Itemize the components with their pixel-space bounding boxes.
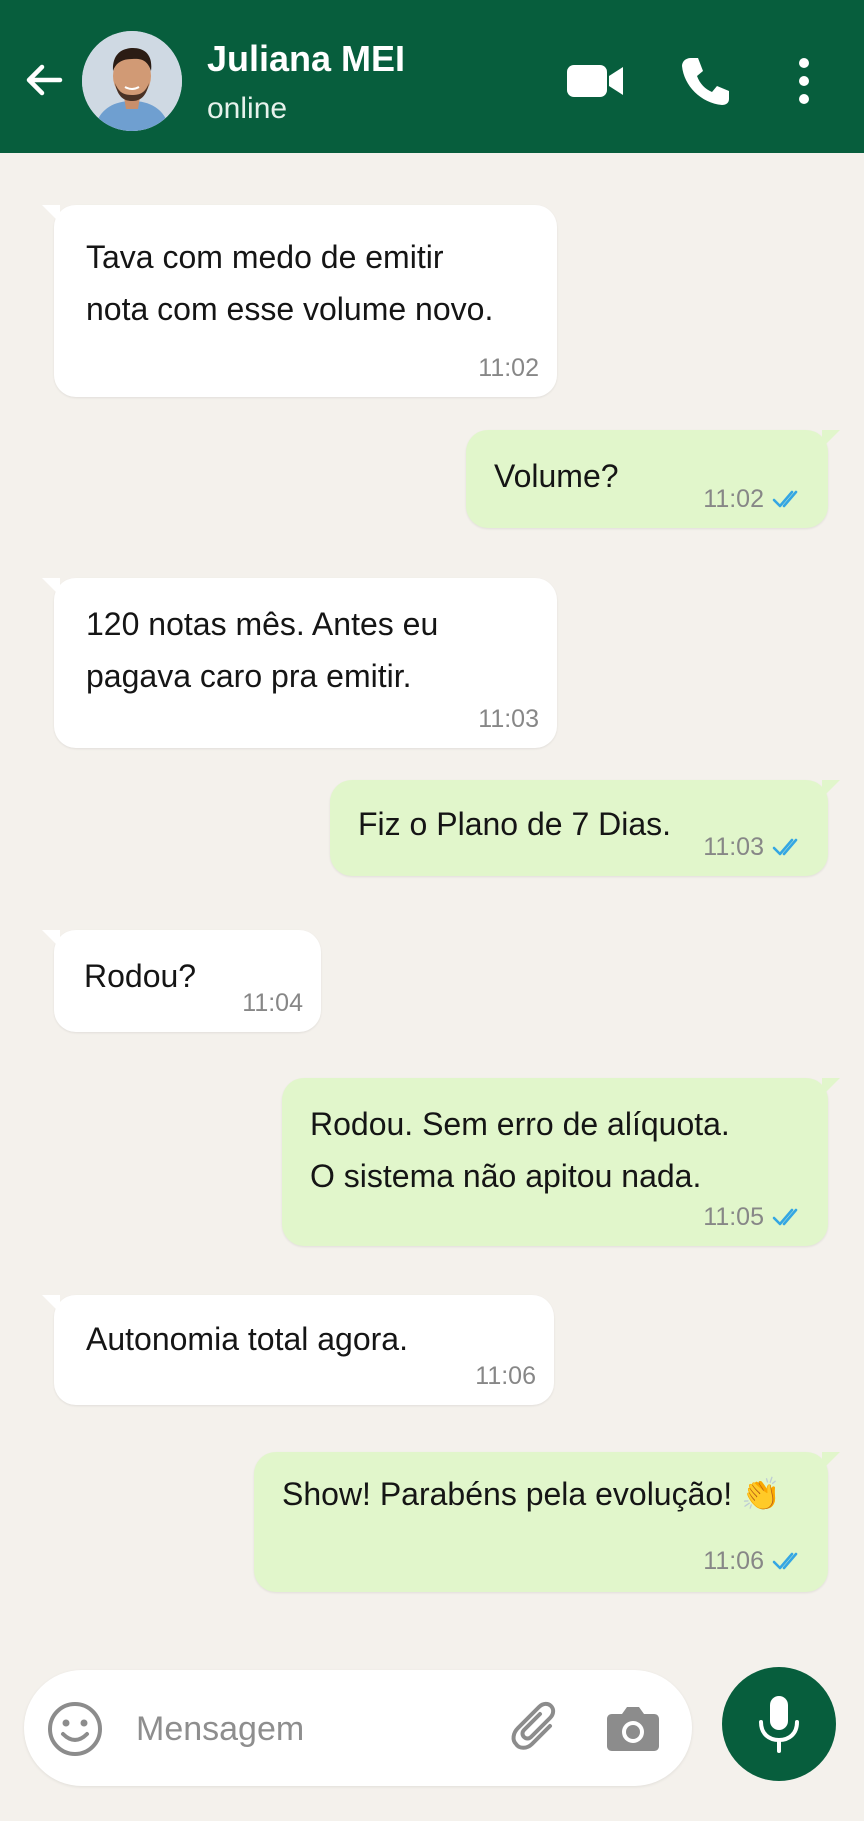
camera-icon[interactable] (606, 1702, 660, 1752)
video-call-icon[interactable] (566, 60, 624, 102)
message-text: Tava com medo de emitir nota com esse vo… (86, 239, 494, 327)
read-receipt-icon (772, 838, 798, 856)
message-incoming[interactable]: Rodou? 11:04 (42, 930, 321, 1032)
message-time: 11:06 (475, 1362, 536, 1390)
contact-status: online (207, 92, 288, 125)
message-text: Volume? (494, 458, 619, 494)
message-outgoing[interactable]: Show! Parabéns pela evolução! 👏 11:06 (254, 1452, 840, 1592)
read-receipt-icon (772, 1552, 798, 1570)
more-options-icon[interactable] (788, 55, 820, 107)
voice-message-button[interactable] (722, 1667, 836, 1781)
read-receipt-icon (772, 1208, 798, 1226)
message-incoming[interactable]: Tava com medo de emitir nota com esse vo… (42, 205, 557, 397)
message-outgoing[interactable]: Rodou. Sem erro de alíquota. O sistema n… (282, 1078, 840, 1246)
message-text: 120 notas mês. Antes eu pagava caro pra … (86, 606, 439, 694)
message-time: 11:04 (242, 989, 303, 1017)
message-time: 11:03 (478, 705, 539, 733)
message-outgoing[interactable]: Fiz o Plano de 7 Dias. 11:03 (330, 780, 840, 876)
phone-call-icon[interactable] (680, 55, 730, 107)
message-composer (24, 1670, 692, 1786)
message-text: Rodou. Sem erro de alíquota. O sistema n… (310, 1106, 730, 1194)
message-text: Fiz o Plano de 7 Dias. (358, 806, 672, 842)
mic-icon (759, 1696, 799, 1753)
message-outgoing[interactable]: Volume? 11:02 (466, 430, 840, 528)
message-time: 11:05 (703, 1203, 764, 1231)
message-time: 11:02 (703, 485, 764, 513)
message-text: Show! Parabéns pela evolução! 👏 (282, 1476, 781, 1512)
back-arrow-icon[interactable] (20, 56, 68, 104)
message-incoming[interactable]: Autonomia total agora. 11:06 (42, 1295, 554, 1405)
message-incoming[interactable]: 120 notas mês. Antes eu pagava caro pra … (42, 578, 557, 748)
attach-icon[interactable] (510, 1700, 562, 1756)
message-time: 11:02 (478, 354, 539, 382)
contact-name[interactable]: Juliana MEI (207, 38, 405, 80)
message-input[interactable] (134, 1700, 498, 1758)
avatar[interactable] (82, 31, 182, 131)
message-text: Autonomia total agora. (86, 1321, 408, 1357)
chat-header: Juliana MEI online (0, 0, 864, 153)
message-time: 11:03 (703, 833, 764, 861)
message-text: Rodou? (84, 958, 197, 994)
read-receipt-icon (772, 490, 798, 508)
emoji-icon[interactable] (46, 1700, 104, 1758)
message-time: 11:06 (703, 1547, 764, 1575)
